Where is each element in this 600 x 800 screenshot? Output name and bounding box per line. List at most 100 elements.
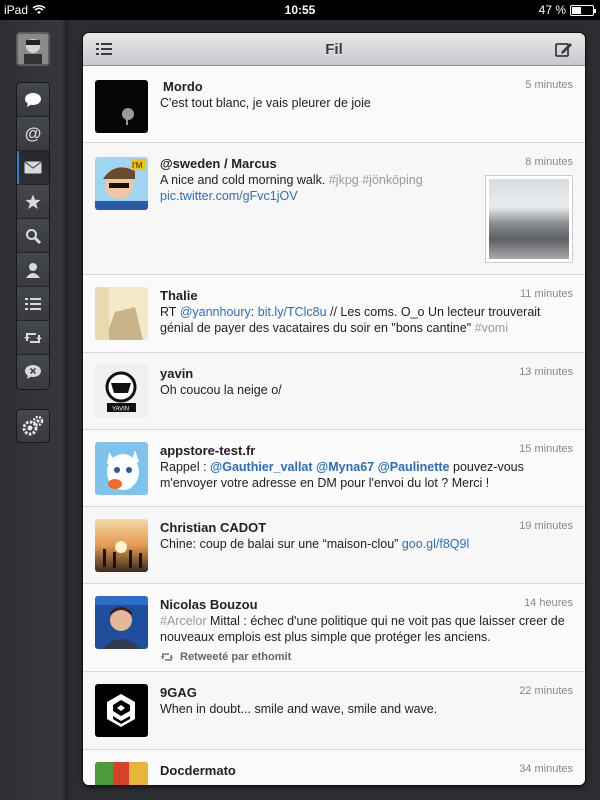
tweet-row[interactable]: YAVIN yavin Oh coucou la neige o/ 13 min… — [83, 353, 585, 430]
tweet-body: 9GAG When in doubt... smile and wave, sm… — [160, 685, 573, 717]
tweet-author[interactable]: Mordo — [160, 79, 573, 95]
compose-icon — [555, 43, 572, 57]
tweet-row[interactable]: 9GAG When in doubt... smile and wave, sm… — [83, 672, 585, 750]
tweet-avatar[interactable] — [95, 442, 148, 495]
tweet-body: yavin Oh coucou la neige o/ — [160, 366, 573, 398]
tweet-row[interactable]: Mordo C'est tout blanc, je vais pleurer … — [83, 66, 585, 143]
tweet-link[interactable]: bit.ly/TClc8u — [258, 305, 327, 319]
avatar-image — [95, 442, 148, 495]
user-avatar-image — [18, 34, 48, 64]
sidebar-nav: @ — [16, 82, 50, 390]
sidebar-item-profile[interactable] — [17, 253, 49, 287]
avatar-image — [95, 684, 148, 737]
compose-button[interactable] — [553, 39, 575, 59]
sidebar-item-retweets[interactable] — [17, 321, 49, 355]
tweet-text: Chine: coup de balai sur une “maison-clo… — [160, 536, 573, 552]
retweeted-by: Retweeté par ethomit — [160, 651, 573, 663]
tweet-text-plain: Chine: coup de balai sur une “maison-clo… — [160, 537, 399, 551]
sidebar-item-timeline[interactable] — [17, 83, 49, 117]
tweet-body: Nicolas Bouzou #Arcelor Mittal : échec d… — [160, 597, 573, 663]
tweet-avatar[interactable] — [95, 762, 148, 785]
sidebar-item-mentions[interactable]: @ — [17, 117, 49, 151]
tweet-author[interactable]: Docdermato — [160, 763, 573, 779]
avatar-image — [95, 596, 148, 649]
tweet-mention[interactable]: @Paulinette — [378, 460, 450, 474]
sidebar-item-mute[interactable] — [17, 355, 49, 389]
tweet-hashtag[interactable]: #vomi — [475, 321, 508, 335]
tweet-author[interactable]: Nicolas Bouzou — [160, 597, 573, 613]
tweet-avatar[interactable] — [95, 519, 148, 572]
tweet-author[interactable]: Thalie — [160, 288, 573, 304]
tweet-hashtag[interactable]: #Arcelor — [160, 614, 207, 628]
tweet-time: 11 minutes — [520, 288, 573, 300]
star-icon — [25, 194, 41, 209]
tweet-row[interactable]: I'M @sweden / Marcus A nice and cold mor… — [83, 143, 585, 275]
sidebar-item-favorites[interactable] — [17, 185, 49, 219]
tweet-avatar[interactable] — [95, 684, 148, 737]
tweet-text: C'est tout blanc, je vais pleurer de joi… — [160, 96, 371, 110]
tweet-text-rest: Mittal : échec d'une politique qui ne vo… — [160, 614, 565, 644]
sidebar: @ — [0, 20, 68, 800]
tweet-time: 5 minutes — [525, 79, 573, 91]
list-menu-button[interactable] — [93, 39, 115, 59]
tweet-link[interactable]: pic.twitter.com/gFvc1jOV — [160, 189, 298, 203]
tweet-mention[interactable]: @Myna67 — [316, 460, 374, 474]
tweet-body: appstore-test.fr Rappel : @Gauthier_vall… — [160, 443, 573, 491]
tweet-hashtags[interactable]: #jkpg #jönköping — [329, 173, 423, 187]
tweet-avatar[interactable] — [95, 596, 148, 649]
avatar-image — [95, 519, 148, 572]
tweet-time: 8 minutes — [525, 156, 573, 168]
tweet-feed: Mordo C'est tout blanc, je vais pleurer … — [83, 66, 585, 785]
tweet-text-prefix: Rappel : — [160, 460, 207, 474]
person-icon — [26, 262, 40, 278]
tweet-avatar[interactable] — [95, 287, 148, 340]
tweet-photo-thumbnail[interactable] — [485, 175, 573, 263]
tweet-author[interactable]: @sweden / Marcus — [160, 156, 465, 172]
svg-text:YAVIN: YAVIN — [112, 407, 129, 413]
tweet-time: 14 heures — [524, 597, 573, 609]
speech-bubble-icon — [25, 92, 41, 107]
page-title: Fil — [325, 40, 343, 58]
tweet-avatar[interactable]: YAVIN — [95, 365, 148, 418]
tweet-time: 22 minutes — [519, 685, 573, 697]
battery-percent: 47 % — [538, 3, 566, 17]
tweet-author[interactable]: Christian CADOT — [160, 520, 573, 536]
tweet-row[interactable]: Thalie RT @yannhoury: bit.ly/TClc8u // L… — [83, 275, 585, 353]
tweet-avatar[interactable] — [95, 80, 148, 133]
user-avatar[interactable] — [16, 32, 50, 66]
tweet-author[interactable]: appstore-test.fr — [160, 443, 573, 459]
tweet-text: A nice and cold morning walk. #jkpg #jön… — [160, 172, 465, 204]
timeline-panel: Fil Mordo C'est tout blanc, je vais pleu… — [83, 33, 585, 785]
status-time: 10:55 — [284, 3, 316, 17]
tweet-link[interactable]: goo.gl/f8Q9l — [402, 537, 469, 551]
sidebar-item-messages[interactable] — [17, 151, 49, 185]
settings-button[interactable] — [16, 409, 50, 443]
tweet-body: Thalie RT @yannhoury: bit.ly/TClc8u // L… — [160, 288, 573, 336]
avatar-image — [95, 80, 148, 133]
battery-icon — [570, 4, 596, 16]
tweet-text-plain: A nice and cold morning walk. — [160, 173, 326, 187]
tweet-mention[interactable]: @yannhoury — [180, 305, 251, 319]
tweet-text-prefix: RT — [160, 305, 177, 319]
tweet-mention[interactable]: @Gauthier_vallat — [210, 460, 313, 474]
list-icon — [25, 297, 41, 310]
tweet-text: Rappel : @Gauthier_vallat @Myna67 @Pauli… — [160, 459, 573, 491]
sidebar-item-lists[interactable] — [17, 287, 49, 321]
tweet-time: 13 minutes — [519, 366, 573, 378]
avatar-image — [95, 287, 148, 340]
tweet-body: Docdermato — [160, 763, 573, 779]
avatar-image: I'M — [95, 157, 148, 210]
tweet-avatar[interactable]: I'M — [95, 157, 148, 210]
tweet-row[interactable]: Nicolas Bouzou #Arcelor Mittal : échec d… — [83, 584, 585, 672]
panel-header: Fil — [83, 33, 585, 66]
retweet-icon — [24, 332, 42, 343]
status-bar: iPad 10:55 47 % — [0, 0, 600, 20]
active-indicator — [17, 151, 19, 184]
tweet-row[interactable]: Docdermato 34 minutes — [83, 750, 585, 785]
tweet-author[interactable]: 9GAG — [160, 685, 573, 701]
tweet-row[interactable]: appstore-test.fr Rappel : @Gauthier_vall… — [83, 430, 585, 507]
tweet-author[interactable]: yavin — [160, 366, 573, 382]
retweeted-by-label: Retweeté par ethomit — [180, 651, 292, 663]
sidebar-item-search[interactable] — [17, 219, 49, 253]
tweet-row[interactable]: Christian CADOT Chine: coup de balai sur… — [83, 507, 585, 584]
